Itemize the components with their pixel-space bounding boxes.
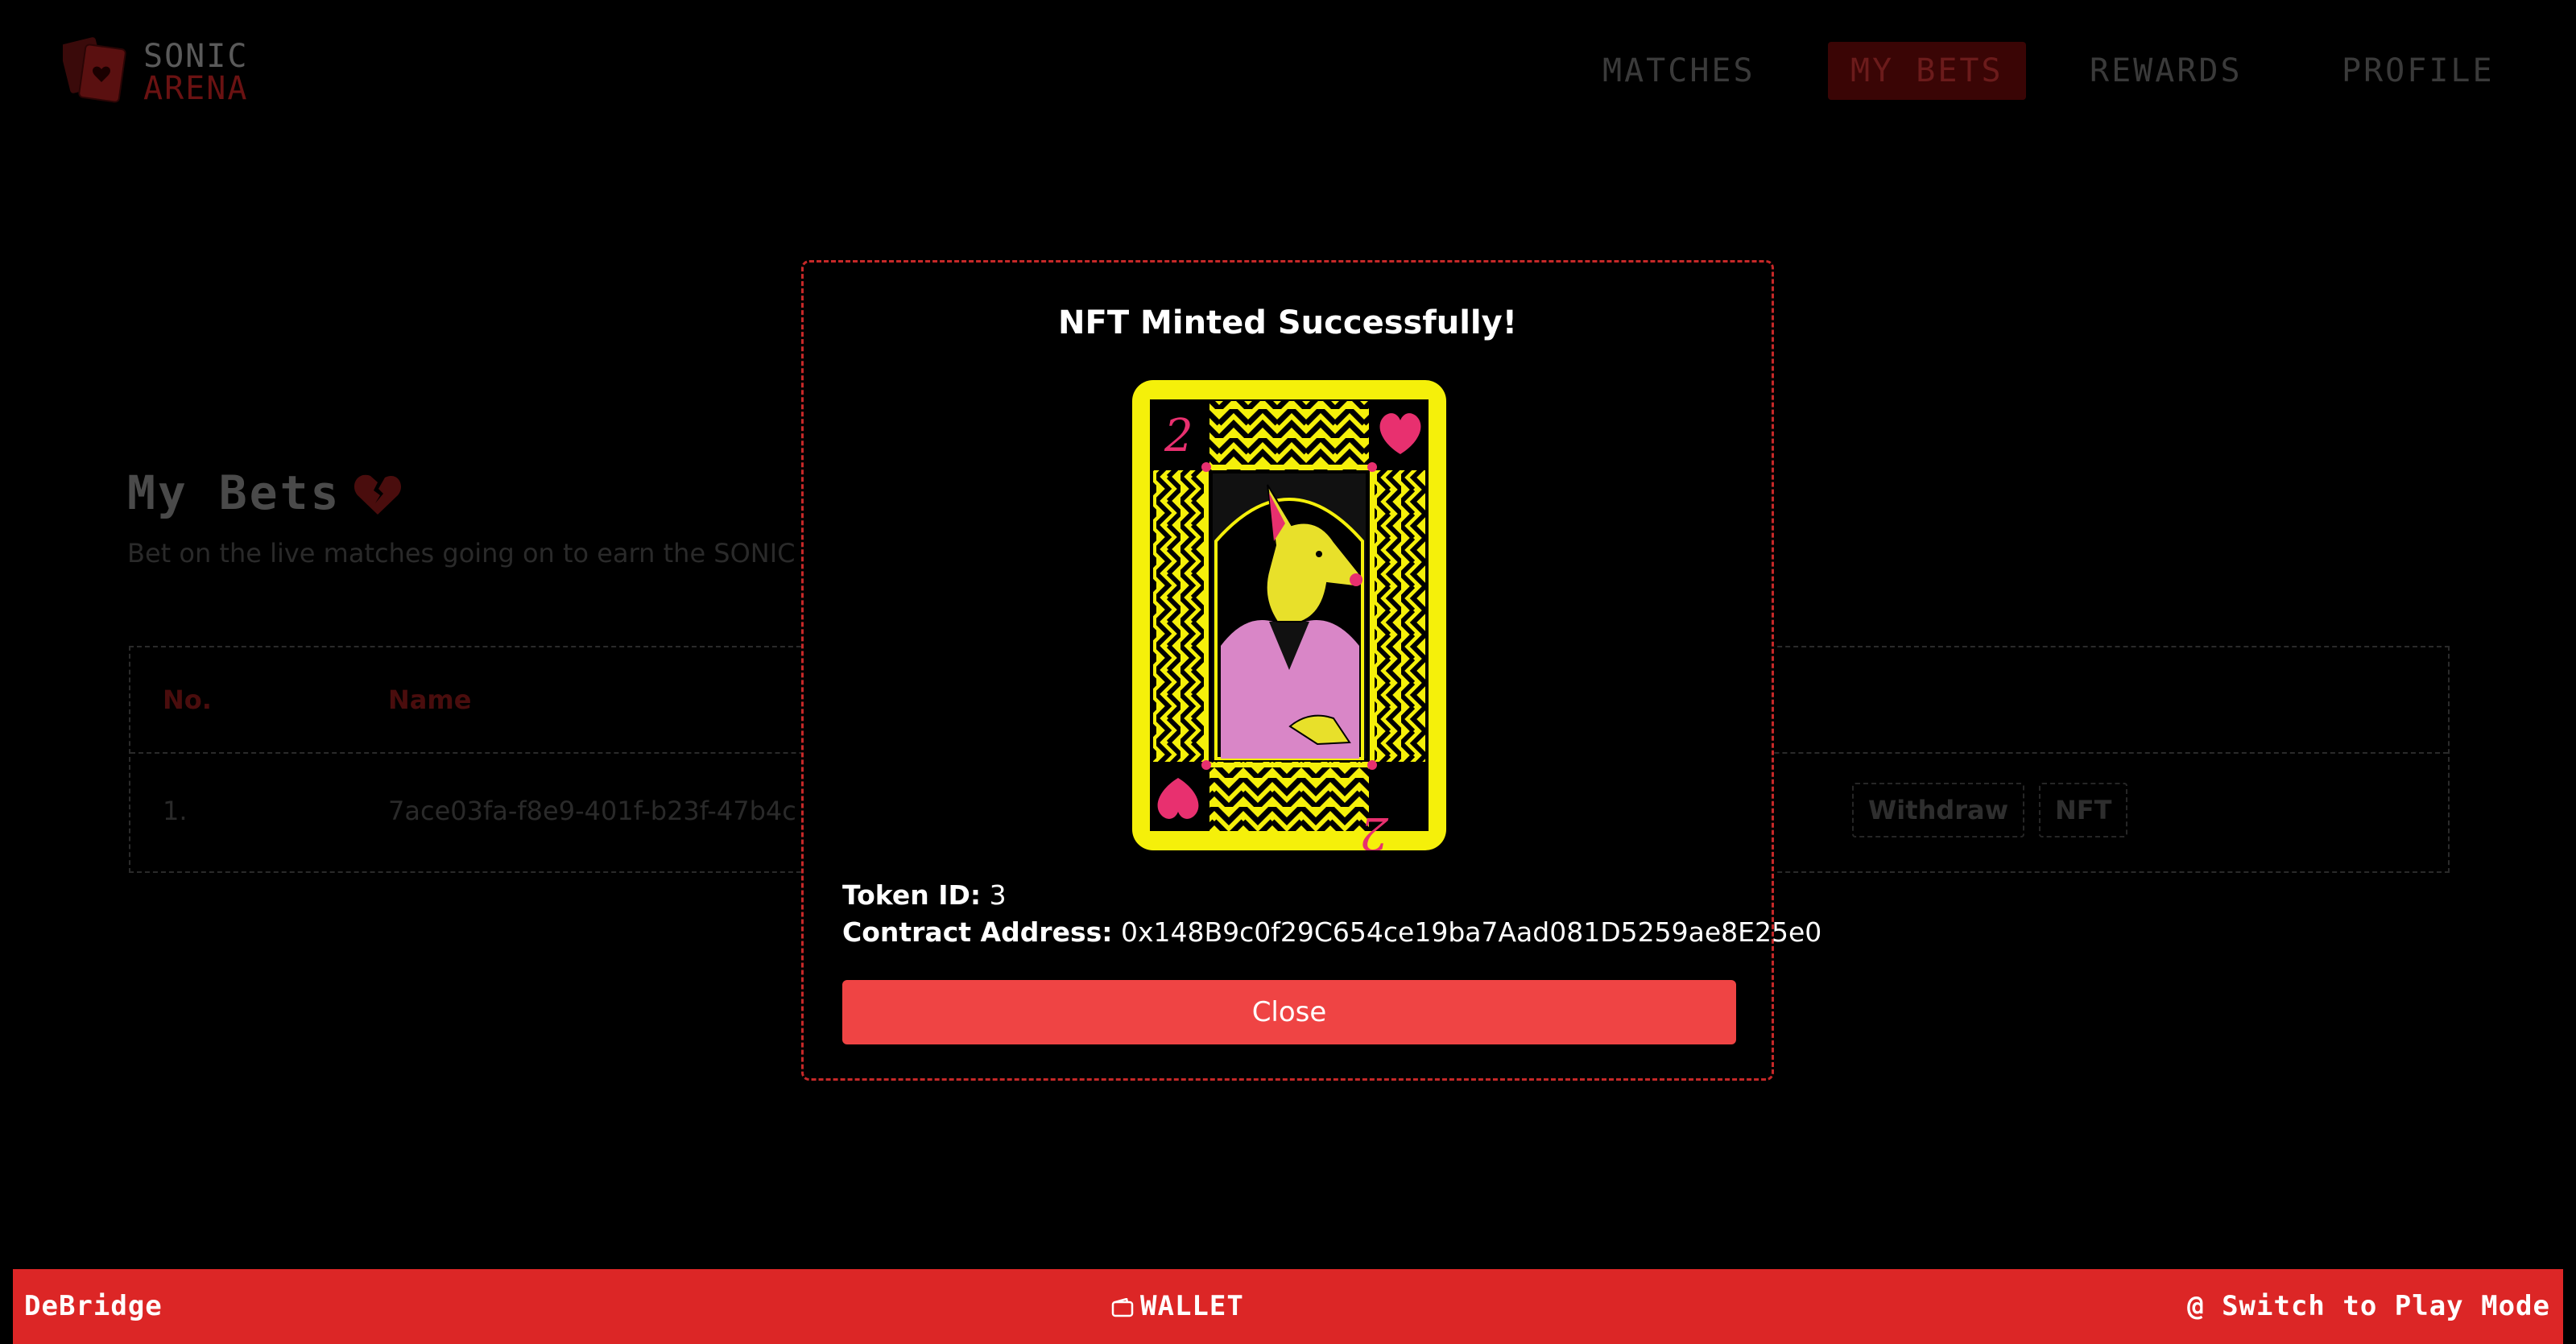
- contract-address-value[interactable]: 0x148B9c0f29C654ce19ba7Aad081D5259ae8E25…: [1121, 916, 1821, 948]
- svg-text:2: 2: [1164, 410, 1193, 462]
- nft-card-image: 2 2: [1132, 380, 1446, 850]
- wallet-icon: [1111, 1297, 1134, 1317]
- broken-heart-icon: [354, 474, 402, 515]
- contract-address-line: Contract Address: 0x148B9c0f29C654ce19ba…: [842, 916, 1821, 948]
- bottom-bar: DeBridge WALLET @ Switch to Play Mode: [13, 1269, 2563, 1344]
- withdraw-button[interactable]: Withdraw: [1852, 783, 2025, 837]
- modal-title: NFT Minted Successfully!: [1058, 304, 1517, 341]
- token-id-label: Token ID:: [842, 879, 982, 911]
- switch-play-mode-button[interactable]: @ Switch to Play Mode: [2187, 1269, 2550, 1344]
- token-id-value: 3: [989, 879, 1007, 911]
- contract-address-label: Contract Address:: [842, 916, 1113, 948]
- nav-rewards[interactable]: REWARDS: [2067, 42, 2265, 100]
- wallet-label: WALLET: [1140, 1290, 1244, 1322]
- page-title: My Bets: [127, 465, 341, 520]
- page-subtitle: Bet on the live matches going on to earn…: [127, 538, 818, 569]
- row-number: 1.: [163, 796, 188, 826]
- token-id-line: Token ID: 3: [842, 879, 1007, 911]
- wallet-button[interactable]: WALLET: [1111, 1269, 1244, 1344]
- svg-text:2: 2: [1359, 807, 1389, 850]
- column-header-name: Name: [388, 684, 472, 715]
- nav-profile[interactable]: PROFILE: [2319, 42, 2517, 100]
- main-nav: MATCHES MY BETS REWARDS PROFILE: [0, 42, 2576, 100]
- nav-my-bets[interactable]: MY BETS: [1828, 42, 2026, 100]
- nav-matches[interactable]: MATCHES: [1580, 42, 1778, 100]
- debridge-link[interactable]: DeBridge: [24, 1269, 163, 1344]
- column-header-no: No.: [163, 684, 212, 715]
- close-button[interactable]: Close: [842, 980, 1736, 1044]
- row-name: 7ace03fa-f8e9-401f-b23f-47b4c: [388, 796, 796, 826]
- nft-minted-modal: NFT Minted Successfully! 2 2 Token ID: 3…: [801, 260, 1821, 1081]
- nft-button[interactable]: NFT: [2039, 783, 2128, 837]
